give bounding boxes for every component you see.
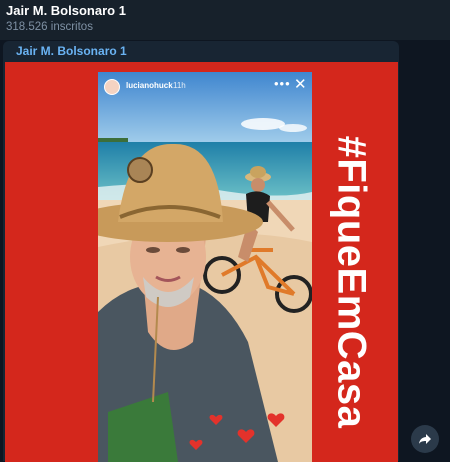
subscriber-count: 318.526 inscritos (6, 21, 93, 33)
hashtag-banner: #FiqueEmCasa (315, 92, 387, 452)
story-screenshot: lucianohuck 11h ••• ✕ (98, 72, 312, 462)
hashtag-text: #FiqueEmCasa (329, 135, 374, 429)
channel-header[interactable]: Jair M. Bolsonaro 1 318.526 inscritos (0, 0, 450, 40)
more-horizontal-icon: ••• (274, 76, 291, 91)
message-sender[interactable]: Jair M. Bolsonaro 1 (16, 44, 127, 58)
close-icon: ✕ (294, 76, 307, 93)
story-time: 11h (173, 81, 186, 90)
story-topbar: lucianohuck 11h ••• ✕ (98, 72, 312, 102)
forward-button[interactable] (411, 425, 439, 453)
forward-arrow-icon (419, 434, 431, 444)
avatar (104, 79, 120, 95)
channel-title: Jair M. Bolsonaro 1 (6, 3, 126, 18)
story-username: lucianohuck (126, 81, 173, 90)
story-photo (98, 72, 312, 462)
post-image[interactable]: lucianohuck 11h ••• ✕ #FiqueEmCasa (5, 62, 398, 462)
channel-message: Jair M. Bolsonaro 1 lucianohuck 11h ••• … (3, 41, 399, 462)
